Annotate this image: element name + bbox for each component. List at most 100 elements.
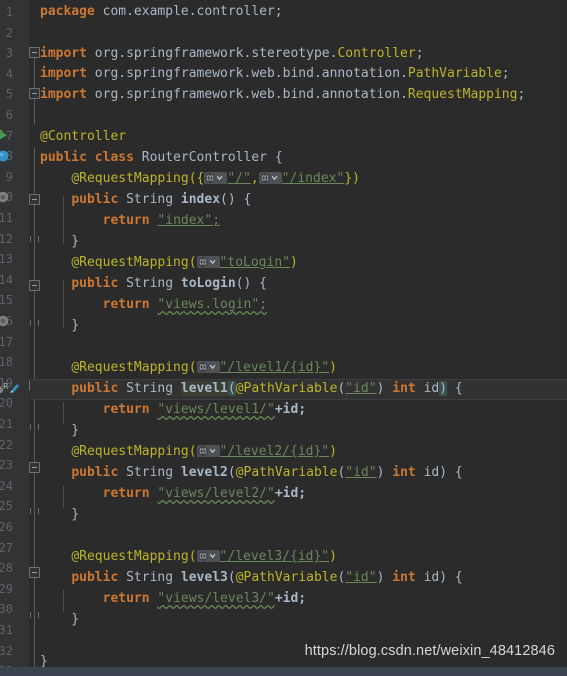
code-line-import-pathvariable[interactable]: import org.springframework.web.bind.anno… [0,64,510,85]
return-type: String [126,276,174,291]
keyword-public: public [71,465,119,480]
code-line-mapping-index[interactable]: @RequestMapping({"/", "/index"}) [0,169,360,190]
code-line-close-index[interactable]: } [0,232,79,253]
keyword-return: return [102,486,150,501]
code-line-mapping-level1[interactable]: @RequestMapping("/level1/{id}") [0,358,337,379]
code-line-return-level2[interactable]: return "views/level2/"+id; [0,484,307,505]
mapping-value-level3: "/level3/{id}" [219,549,330,564]
pathvariable-value: "id" [345,570,377,585]
keyword-public: public [71,276,119,291]
pathvariable-value: "id" [345,381,377,396]
code-line-import-requestmapping[interactable]: import org.springframework.web.bind.anno… [0,85,525,106]
return-value: "index"; [157,213,221,228]
keyword-return: return [102,213,150,228]
import-path: org.springframework.web.bind.annotation. [94,87,408,102]
code-line-return-index[interactable]: return "index"; [0,211,220,232]
import-path: org.springframework.web.bind.annotation. [94,66,408,81]
method-name-level3: level3 [180,570,228,585]
code-line-close-level1[interactable]: } [0,421,79,442]
semicolon: ; [517,87,526,102]
pathvariable-value: "id" [345,465,377,480]
annotation-controller: @Controller [40,129,127,144]
mapping-value-root: "/" [227,171,251,186]
keyword-package: package [40,4,95,19]
code-line-return-tologin[interactable]: return "views.login"; [0,295,267,316]
keyword-import: import [40,66,87,81]
semicolon: ; [501,66,510,81]
keyword-import: import [40,87,87,102]
code-line-close-level2[interactable]: } [0,505,79,526]
return-type: String [126,192,174,207]
keyword-public: public [71,381,119,396]
code-line-class-annotation[interactable]: @Controller [0,127,126,148]
code-line-return-level1[interactable]: return "views/level1/"+id; [0,400,307,421]
keyword-return: return [102,591,150,606]
method-name-tologin: toLogin [180,276,236,291]
annotation-requestmapping: @RequestMapping [71,549,189,564]
code-line-import-controller[interactable]: import org.springframework.stereotype.Co… [0,44,424,65]
code-line-class-declaration[interactable]: public class RouterController { [0,148,283,169]
annotation-pathvariable: @PathVariable [235,570,338,585]
import-type: PathVariable [407,66,502,81]
keyword-return: return [102,297,150,312]
param-type: int [392,465,416,480]
globe-icon[interactable] [196,256,220,268]
return-value: "views/level2/" [157,486,275,501]
globe-icon[interactable] [204,172,228,184]
import-type: Controller [337,46,416,61]
watermark-url: https://blog.csdn.net/weixin_48412846 [304,643,555,659]
globe-icon[interactable] [196,445,220,457]
keyword-public: public [71,570,119,585]
package-name: com.example.controller; [102,4,283,19]
method-name-level1: level1 [180,381,228,396]
return-concat: +id; [274,591,307,606]
annotation-pathvariable: @PathVariable [235,381,338,396]
keyword-return: return [102,402,150,417]
param-type: int [392,381,416,396]
mapping-value-tologin: "toLogin" [219,255,290,270]
status-bar [0,667,567,676]
annotation-pathvariable: @PathVariable [235,465,338,480]
code-line-method-index[interactable]: public String index() { [0,190,251,211]
class-name: RouterController [141,150,267,165]
return-type: String [126,570,174,585]
globe-icon[interactable] [196,550,220,562]
code-line-package[interactable]: package com.example.controller; [0,2,283,23]
param-type: int [392,570,416,585]
globe-icon[interactable] [196,361,220,373]
mapping-value-level1: "/level1/{id}" [219,360,330,375]
mapping-value-index: "/index" [281,171,345,186]
code-line-mapping-level2[interactable]: @RequestMapping("/level2/{id}") [0,442,337,463]
keyword-public: public [40,150,87,165]
code-line-method-level1[interactable]: public String level1(@PathVariable("id")… [0,379,463,400]
keyword-import: import [40,46,87,61]
annotation-requestmapping: @RequestMapping [71,444,189,459]
mapping-value-level2: "/level2/{id}" [219,444,330,459]
return-concat: +id; [274,402,307,417]
return-concat: +id; [274,486,307,501]
import-path: org.springframework.stereotype. [94,46,338,61]
return-value: "views/level1/" [157,402,275,417]
code-line-return-level3[interactable]: return "views/level3/"+id; [0,589,307,610]
keyword-public: public [71,192,119,207]
method-name-level2: level2 [180,465,228,480]
keyword-class: class [94,150,134,165]
return-value: "views/level3/" [157,591,275,606]
param-name: id [423,381,440,396]
return-type: String [126,465,174,480]
annotation-requestmapping: @RequestMapping [71,255,189,270]
code-line-mapping-level3[interactable]: @RequestMapping("/level3/{id}") [0,547,337,568]
return-value: "views.login"; [157,297,267,312]
import-type: RequestMapping [407,87,518,102]
param-name: id [423,570,440,585]
code-line-close-tologin[interactable]: } [0,316,79,337]
code-line-method-tologin[interactable]: public String toLogin() { [0,274,267,295]
semicolon: ; [415,46,424,61]
annotation-requestmapping: @RequestMapping [71,360,189,375]
code-line-method-level3[interactable]: public String level3(@PathVariable("id")… [0,568,462,589]
code-line-close-level3[interactable]: } [0,610,79,631]
code-text-area[interactable]: package com.example.controller; import o… [0,0,567,676]
code-line-mapping-tologin[interactable]: @RequestMapping("toLogin") [0,253,298,274]
code-line-method-level2[interactable]: public String level2(@PathVariable("id")… [0,463,462,484]
globe-icon[interactable] [258,172,282,184]
